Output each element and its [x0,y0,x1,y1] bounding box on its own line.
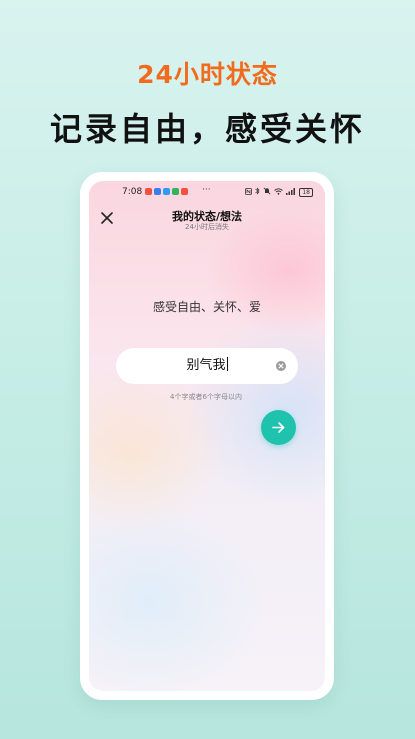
status-time: 7:08 [122,187,143,197]
battery-icon: 18 [299,187,313,197]
blue-app-icon [154,188,161,195]
red-app-icon [145,188,152,195]
wifi-icon [274,187,284,197]
clear-icon [278,363,284,369]
status-input-value: 别气我 [186,358,226,373]
bluetooth-icon [255,187,260,197]
status-input-field[interactable]: 别气我 [116,348,298,384]
red-app-icon [181,188,188,195]
green-app-icon [172,188,179,195]
more-notifications: ··· [202,185,211,195]
input-hint: 4个字或者6个字母以内 [170,393,242,401]
hero-title: 记录自由，感受关怀 [49,110,365,148]
status-bar: 7:08 ··· 18 [89,181,325,203]
hero-subtitle: 24小时状态 [137,60,278,89]
clear-button[interactable] [276,361,286,371]
mute-icon [263,187,271,197]
phone-frame: 7:08 ··· 18 我的状态/想法 24小时后消失 [80,172,334,700]
arrow-right-icon [272,422,285,433]
signal-icon [286,187,296,197]
notification-icons [145,188,188,195]
text-caret [226,357,228,371]
next-button[interactable] [261,410,296,445]
page-subtitle: 24小时后消失 [185,223,229,231]
status-input[interactable]: 别气我 [116,348,298,384]
system-icons: 18 [245,187,313,197]
nfc-icon [245,187,253,197]
blue-app-icon [163,188,170,195]
prompt-text: 感受自由、关怀、爱 [152,300,261,314]
